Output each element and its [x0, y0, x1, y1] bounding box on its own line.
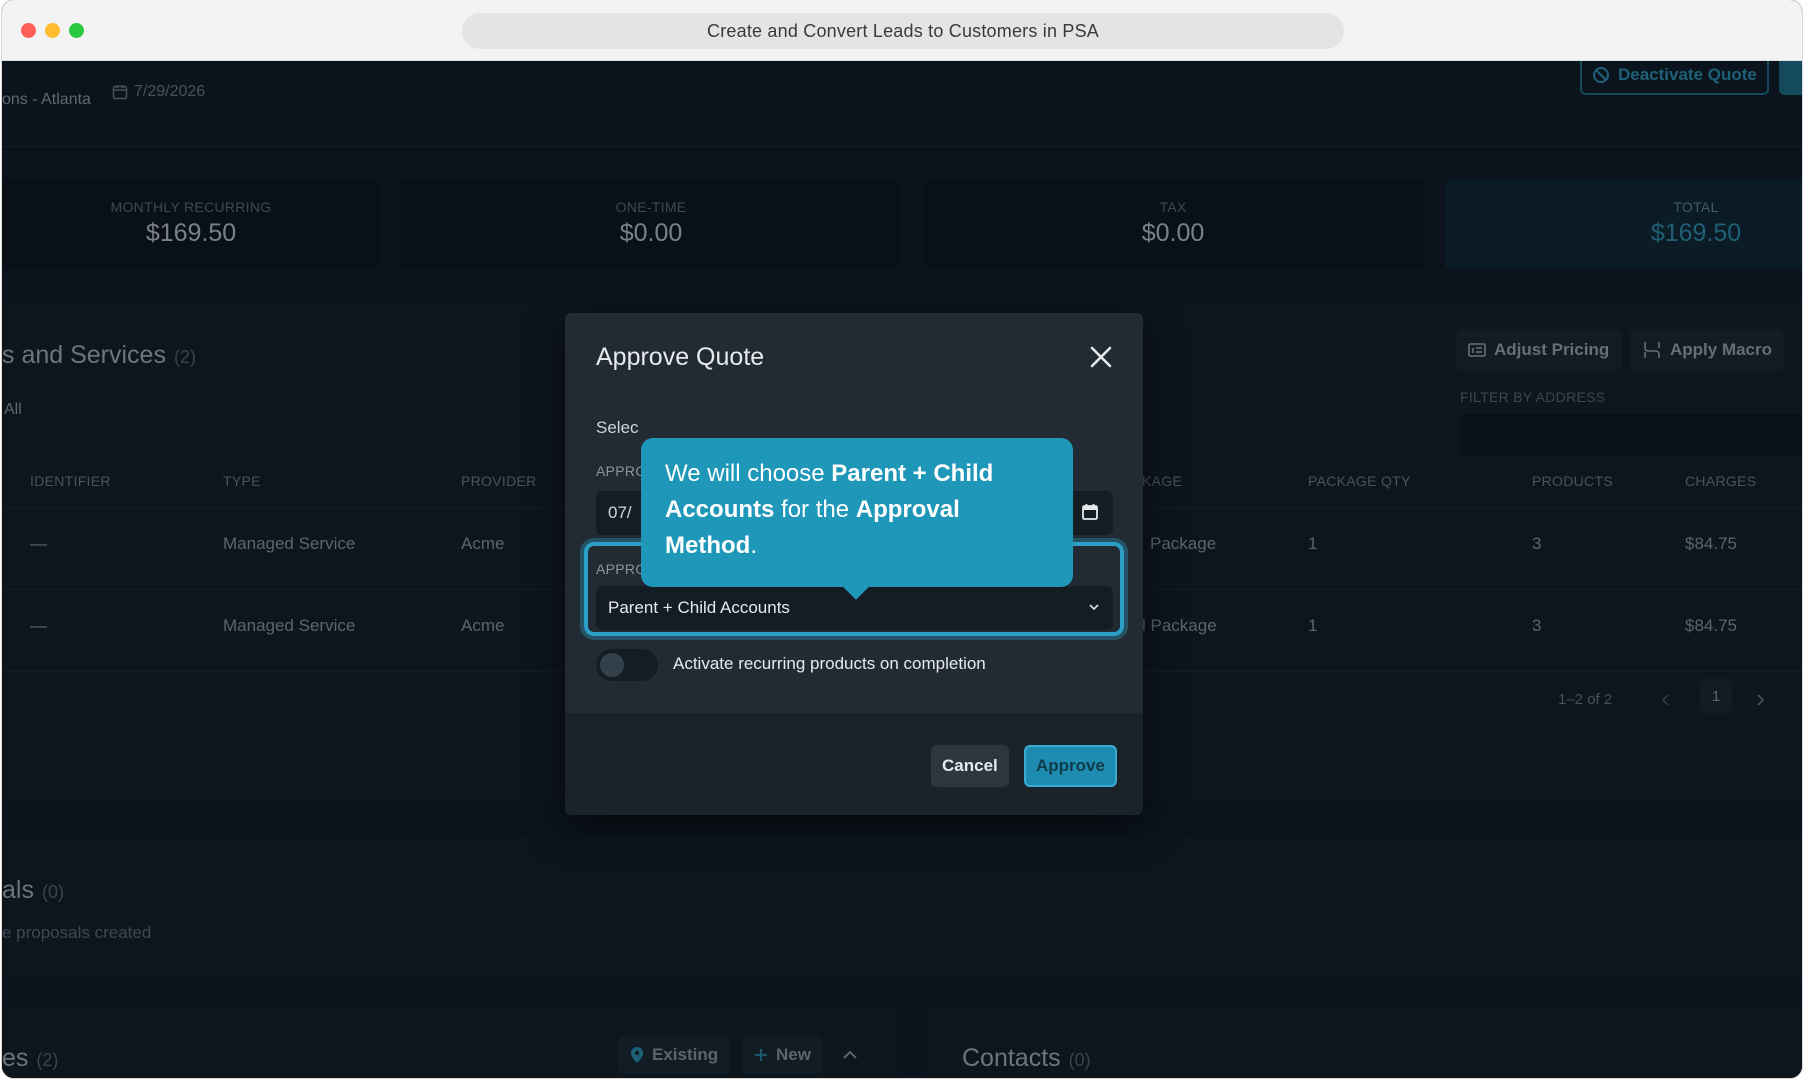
tooltip-text: We will choose [665, 460, 832, 487]
app-content: ons - Atlanta 7/29/2026 Deactivate Quote… [2, 61, 1802, 1078]
toggle-knob [600, 653, 624, 677]
dialog-title: Approve Quote [596, 343, 765, 371]
activate-recurring-label: Activate recurring products on completio… [673, 654, 986, 673]
approve-button[interactable]: Approve [1024, 745, 1117, 787]
approval-method-value: Parent + Child Accounts [608, 598, 790, 617]
tooltip-text: for the [774, 496, 856, 523]
activate-recurring-toggle[interactable] [596, 649, 658, 681]
minimize-window-button[interactable] [45, 23, 60, 38]
approval-date-label: APPRO [596, 463, 647, 479]
approval-date-value: 07/ [608, 503, 632, 522]
maximize-window-button[interactable] [69, 23, 84, 38]
select-text: Selec [596, 418, 639, 437]
browser-window: Create and Convert Leads to Customers in… [2, 0, 1802, 1078]
title-bar: Create and Convert Leads to Customers in… [2, 0, 1802, 61]
window-title: Create and Convert Leads to Customers in… [462, 13, 1344, 49]
cancel-button[interactable]: Cancel [931, 745, 1009, 787]
calendar-icon[interactable] [1081, 503, 1099, 521]
guide-tooltip: We will choose Parent + Child Accounts f… [641, 438, 1073, 600]
close-icon[interactable] [1085, 341, 1117, 373]
dialog-footer: Cancel Approve [565, 713, 1143, 815]
tooltip-text: . [750, 532, 757, 559]
chevron-down-icon [1089, 604, 1099, 611]
close-window-button[interactable] [21, 23, 36, 38]
